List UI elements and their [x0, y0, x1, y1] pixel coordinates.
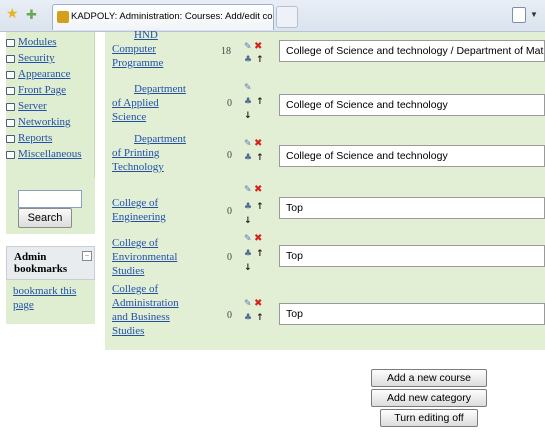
- category-link-department-of-applied-science[interactable]: Department of Applied Science: [112, 82, 192, 124]
- page-tools-dropdown-icon[interactable]: ▼: [530, 10, 538, 19]
- course-count: 18: [221, 46, 231, 57]
- collapse-block-icon[interactable]: −: [82, 251, 92, 261]
- admin-search-block: Search: [6, 178, 95, 234]
- folder-icon: [6, 135, 15, 143]
- admin-bookmarks-body: bookmark this page: [6, 280, 95, 324]
- category-link-department-of-printing-technology[interactable]: Department of Printing Technology: [112, 132, 192, 174]
- page-tools-icon[interactable]: [512, 7, 526, 23]
- turn-editing-off-button[interactable]: Turn editing off: [380, 409, 478, 427]
- move-up-icon[interactable]: ↑: [256, 250, 264, 259]
- edit-icon[interactable]: ✎: [244, 235, 252, 244]
- folder-icon: [6, 119, 15, 127]
- edit-icon[interactable]: ✎: [244, 300, 252, 309]
- delete-icon[interactable]: ✖: [254, 234, 262, 244]
- sidebar-item-server[interactable]: Server: [6, 100, 96, 116]
- permissions-icon[interactable]: ♣: [244, 98, 252, 107]
- edit-icon[interactable]: ✎: [244, 186, 252, 195]
- category-link-college-of-administration-and-business-studies[interactable]: College of Administration and Business S…: [112, 282, 192, 338]
- parent-category-select[interactable]: Top: [279, 197, 545, 219]
- course-count: 0: [227, 310, 232, 321]
- move-up-icon[interactable]: ↑: [256, 98, 264, 107]
- move-down-icon[interactable]: ↓: [244, 217, 252, 226]
- browser-tab[interactable]: KADPOLY: Administration: Courses: Add/ed…: [52, 4, 274, 30]
- move-up-icon[interactable]: ↑: [256, 203, 264, 212]
- sidebar-item-security[interactable]: Security: [6, 52, 96, 68]
- permissions-icon[interactable]: ♣: [244, 203, 252, 212]
- new-tab-button[interactable]: [276, 6, 298, 28]
- delete-icon[interactable]: ✖: [254, 42, 262, 52]
- browser-tab-bar: ★ ✚ KADPOLY: Administration: Courses: Ad…: [0, 0, 545, 32]
- folder-icon: [6, 55, 15, 63]
- admin-bookmarks-header: Admin bookmarks −: [6, 246, 95, 280]
- add-new-category-button[interactable]: Add new category: [371, 389, 487, 407]
- move-up-icon[interactable]: ↑: [256, 154, 264, 163]
- bookmark-this-page-link[interactable]: bookmark this page: [13, 284, 93, 312]
- favorites-star-icon[interactable]: ★: [6, 8, 20, 22]
- parent-category-select[interactable]: Top: [279, 245, 545, 267]
- move-up-icon[interactable]: ↑: [256, 56, 264, 65]
- browser-tab-title: KADPOLY: Administration: Courses: Add/ed…: [71, 11, 274, 22]
- category-link-college-of-environmental-studies[interactable]: College of Environmental Studies: [112, 236, 192, 278]
- delete-icon[interactable]: ✖: [254, 299, 262, 309]
- folder-icon: [6, 151, 15, 159]
- folder-icon: [6, 87, 15, 95]
- sidebar-item-miscellaneous[interactable]: Miscellaneous: [6, 148, 96, 164]
- folder-icon: [6, 103, 15, 111]
- permissions-icon[interactable]: ♣: [244, 314, 252, 323]
- search-button[interactable]: Search: [18, 208, 72, 228]
- parent-category-select[interactable]: Top: [279, 303, 545, 325]
- edit-icon[interactable]: ✎: [244, 43, 252, 52]
- admin-tree-block: Modules Security Appearance Front Page S…: [6, 32, 95, 178]
- category-link-college-of-engineering[interactable]: College of Engineering: [112, 196, 192, 224]
- move-down-icon[interactable]: ↓: [244, 264, 252, 273]
- delete-icon[interactable]: ✖: [254, 185, 262, 195]
- course-count: 0: [227, 150, 232, 161]
- move-up-icon[interactable]: ↑: [256, 314, 264, 323]
- move-down-icon[interactable]: ↓: [244, 112, 252, 121]
- course-count: 0: [227, 98, 232, 109]
- folder-icon: [6, 39, 15, 47]
- course-count: 0: [227, 206, 232, 217]
- parent-category-select[interactable]: College of Science and technology: [279, 145, 545, 167]
- permissions-icon[interactable]: ♣: [244, 250, 252, 259]
- delete-icon[interactable]: ✖: [254, 139, 262, 149]
- edit-icon[interactable]: ✎: [244, 140, 252, 149]
- permissions-icon[interactable]: ♣: [244, 154, 252, 163]
- category-link-hnd-computer-programme[interactable]: HND Computer Programme: [112, 28, 192, 70]
- sidebar-item-appearance[interactable]: Appearance: [6, 68, 96, 84]
- admin-search-input[interactable]: [18, 190, 82, 208]
- course-count: 0: [227, 252, 232, 263]
- parent-category-select[interactable]: College of Science and technology / Depa…: [279, 40, 545, 62]
- admin-bookmarks-title: Admin bookmarks: [14, 251, 68, 275]
- sidebar-item-reports[interactable]: Reports: [6, 132, 96, 148]
- add-favorite-icon[interactable]: ✚: [26, 8, 40, 22]
- parent-category-select[interactable]: College of Science and technology: [279, 94, 545, 116]
- permissions-icon[interactable]: ♣: [244, 56, 252, 65]
- sidebar-item-networking[interactable]: Networking: [6, 116, 96, 132]
- sidebar-item-front-page[interactable]: Front Page: [6, 84, 96, 100]
- add-new-course-button[interactable]: Add a new course: [371, 369, 487, 387]
- sidebar-item-modules[interactable]: Modules: [6, 36, 96, 52]
- site-favicon-icon: [57, 11, 69, 23]
- folder-icon: [6, 71, 15, 79]
- edit-icon[interactable]: ✎: [244, 84, 252, 93]
